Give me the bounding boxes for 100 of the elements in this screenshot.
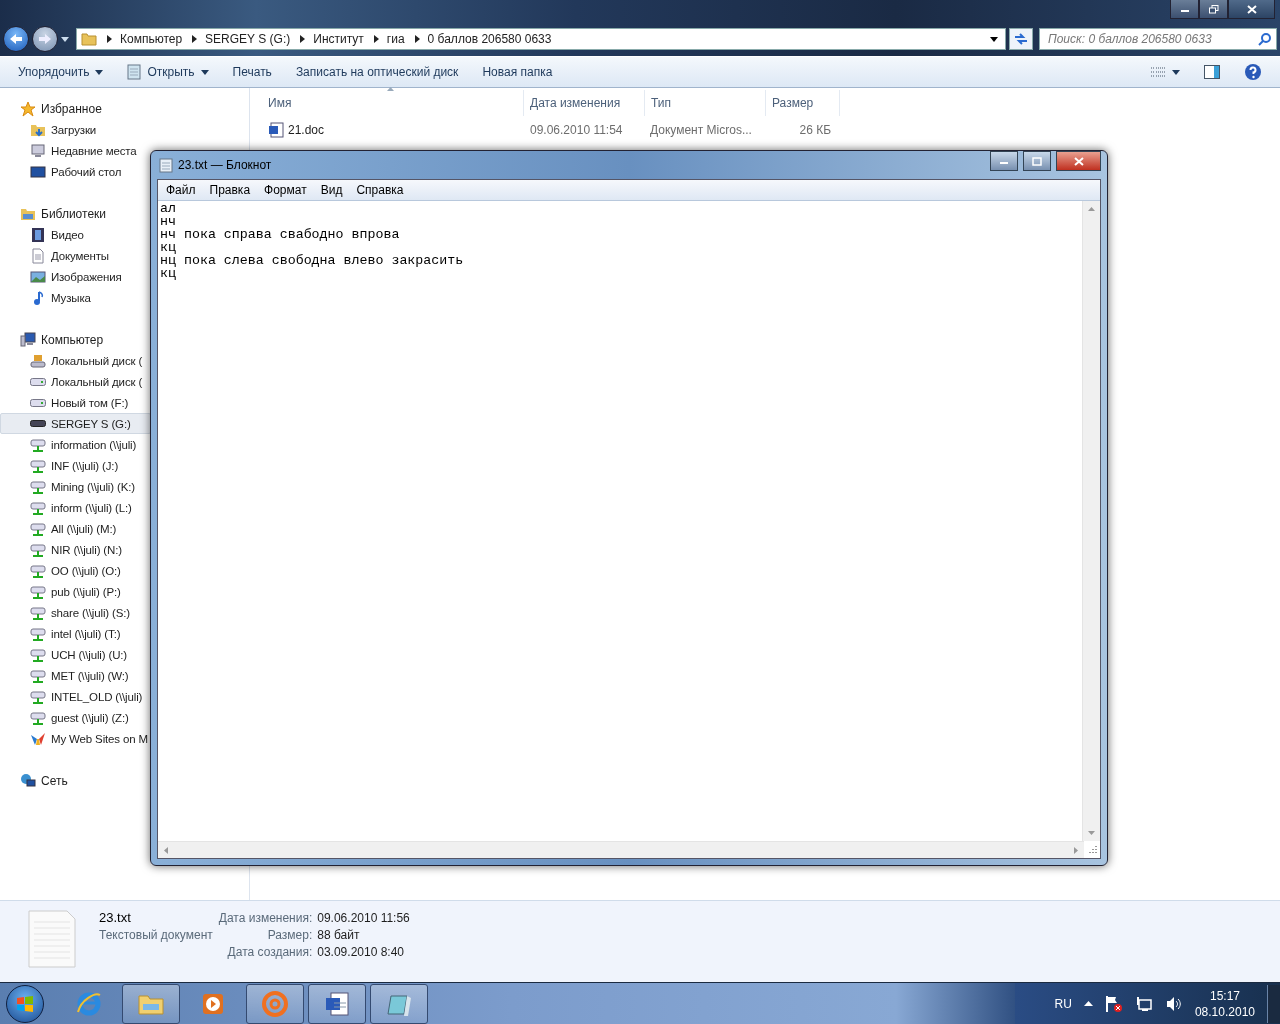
minimize-button[interactable] [990, 151, 1018, 171]
toolbar-button[interactable]: Новая папка [472, 60, 563, 84]
file-name[interactable]: 21.doc [250, 120, 524, 140]
toolbar-button[interactable]: Печать [222, 60, 282, 84]
close-button[interactable] [1056, 151, 1101, 171]
sidebar-item[interactable]: UCH (\\juli) (U:) [0, 644, 151, 665]
network-drive-icon [30, 478, 46, 495]
column-header[interactable]: Имя [250, 90, 524, 116]
sidebar-item[interactable]: Загрузки [0, 119, 151, 140]
minimize-button[interactable] [1170, 0, 1199, 19]
address-field[interactable]: Компьютер SERGEY S (G:) Институт гиа 0 баллов 206580 0633 [76, 28, 1006, 50]
sidebar-item[interactable]: MET (\\juli) (W:) [0, 665, 151, 686]
search-field[interactable]: Поиск: 0 баллов 206580 0633 [1039, 28, 1277, 50]
sidebar-item[interactable]: guest (\\juli) (Z:) [0, 707, 151, 728]
scroll-up-icon [1088, 207, 1095, 211]
sidebar-item[interactable]: pub (\\juli) (P:) [0, 581, 151, 602]
sidebar-item[interactable]: Видео [0, 224, 151, 245]
network-drive-icon [30, 520, 46, 537]
sidebar-item[interactable]: inform (\\juli) (L:) [0, 497, 151, 518]
sidebar-item[interactable]: INF (\\juli) (J:) [0, 455, 151, 476]
speaker-icon [1164, 995, 1183, 1012]
toolbar-button[interactable]: Упорядочить [8, 60, 114, 84]
forward-button[interactable] [32, 26, 58, 52]
sidebar-item[interactable]: INTEL_OLD (\\juli) [0, 686, 151, 707]
close-button[interactable] [1228, 0, 1275, 19]
sidebar-group[interactable]: Избранное [0, 98, 151, 119]
scroll-down-icon [1088, 831, 1095, 835]
restore-icon [1208, 4, 1219, 14]
toolbar-button[interactable]: Записать на оптический диск [285, 60, 469, 84]
breadcrumb[interactable]: гиа [386, 32, 405, 46]
sidebar-item[interactable]: Mining (\\juli) (K:) [0, 476, 151, 497]
help-icon [1244, 63, 1262, 81]
menu-item[interactable]: Вид [313, 183, 350, 197]
text-area[interactable]: ал нч нч пока справа свабодно впрова кц нц пока слева свободна влево закрасить кц [158, 201, 1082, 841]
column-header[interactable]: Тип [645, 90, 766, 116]
sidebar-item[interactable]: NIR (\\juli) (N:) [0, 539, 151, 560]
breadcrumb[interactable]: Компьютер [120, 32, 183, 46]
menu-item[interactable]: Файл [159, 183, 203, 197]
sidebar-item[interactable]: Локальный диск ( [0, 350, 151, 371]
sidebar-item[interactable]: Музыка [0, 287, 151, 308]
chevron-icon [414, 35, 420, 43]
breadcrumb[interactable]: SERGEY S (G:) [205, 32, 291, 46]
column-header[interactable]: Размер [766, 90, 840, 116]
menu-item[interactable]: Правка [202, 183, 258, 197]
maximize-icon [1032, 156, 1042, 166]
sidebar-item[interactable]: Новый том (F:) [0, 392, 151, 413]
sidebar-group[interactable]: Сеть [0, 770, 151, 791]
sort-arrow-icon [386, 87, 394, 91]
drive-icon [30, 377, 46, 386]
menu-item[interactable]: Справка [349, 183, 411, 197]
sidebar-item[interactable]: Рабочий стол [0, 161, 151, 182]
table-cell-text: 26 КБ [798, 122, 832, 139]
clock[interactable]: 15:17 08.10.2010 [1194, 987, 1255, 1020]
toolbar-button[interactable]: Открыть [117, 60, 219, 84]
breadcrumb[interactable]: 0 баллов 206580 0633 [427, 32, 552, 46]
up-arrow-icon [1083, 1001, 1093, 1006]
monitor-icon [30, 163, 46, 180]
menu-item[interactable]: Формат [257, 183, 314, 197]
taskbar-button[interactable] [122, 983, 180, 1024]
back-button[interactable] [3, 26, 29, 52]
sidebar-item[interactable]: OO (\\juli) (O:) [0, 560, 151, 581]
computer-icon [20, 331, 36, 348]
sidebar-item[interactable]: information (\\juli) [0, 434, 151, 455]
table-cell-text: 09.06.2010 11:54 [529, 122, 624, 139]
maximize-button[interactable] [1199, 0, 1228, 19]
list-view-icon [1150, 66, 1166, 78]
maximize-button[interactable] [1023, 151, 1051, 171]
taskbar-button[interactable] [308, 983, 366, 1024]
picture-icon [30, 268, 46, 285]
refresh-button[interactable] [1009, 28, 1033, 50]
start-button[interactable] [6, 984, 44, 1023]
table-cell-text: Документ Micros... [649, 122, 753, 139]
network-drive-icon [30, 604, 46, 621]
horizontal-scrollbar[interactable] [158, 841, 1084, 858]
show-desktop-button[interactable] [1267, 984, 1280, 1023]
breadcrumb[interactable]: Институт [313, 32, 364, 46]
column-header[interactable]: Дата изменения [524, 90, 645, 116]
property-label: Дата изменения: [218, 911, 313, 925]
text-line: нц пока слева свободна влево закрасить [160, 254, 465, 267]
sidebar-item[interactable]: intel (\\juli) (T:) [0, 623, 151, 644]
language-indicator[interactable]: RU [1054, 996, 1072, 1011]
taskbar-button[interactable] [370, 983, 428, 1024]
sidebar-group[interactable]: Компьютер [0, 329, 151, 350]
vertical-scrollbar[interactable] [1082, 201, 1100, 841]
close-icon [1073, 156, 1084, 166]
sidebar-item[interactable]: All (\\juli) (M:) [0, 518, 151, 539]
text-line: ал [160, 202, 177, 215]
sidebar-item[interactable]: share (\\juli) (S:) [0, 602, 151, 623]
network-drive-icon [30, 667, 46, 684]
sidebar-item[interactable]: Недавние места [0, 140, 151, 161]
scroll-left-icon [164, 846, 168, 854]
sidebar-item[interactable]: Локальный диск ( [0, 371, 151, 392]
folder-icon [81, 31, 97, 47]
sidebar-group[interactable]: Библиотеки [0, 203, 151, 224]
sidebar-item[interactable]: My Web Sites on M [0, 728, 151, 749]
sidebar-item[interactable]: Изображения [0, 266, 151, 287]
taskbar-button[interactable] [246, 983, 304, 1024]
sidebar-item[interactable]: Документы [0, 245, 151, 266]
network-icon [1134, 995, 1153, 1012]
sidebar-item[interactable]: SERGEY S (G:) [0, 413, 151, 434]
